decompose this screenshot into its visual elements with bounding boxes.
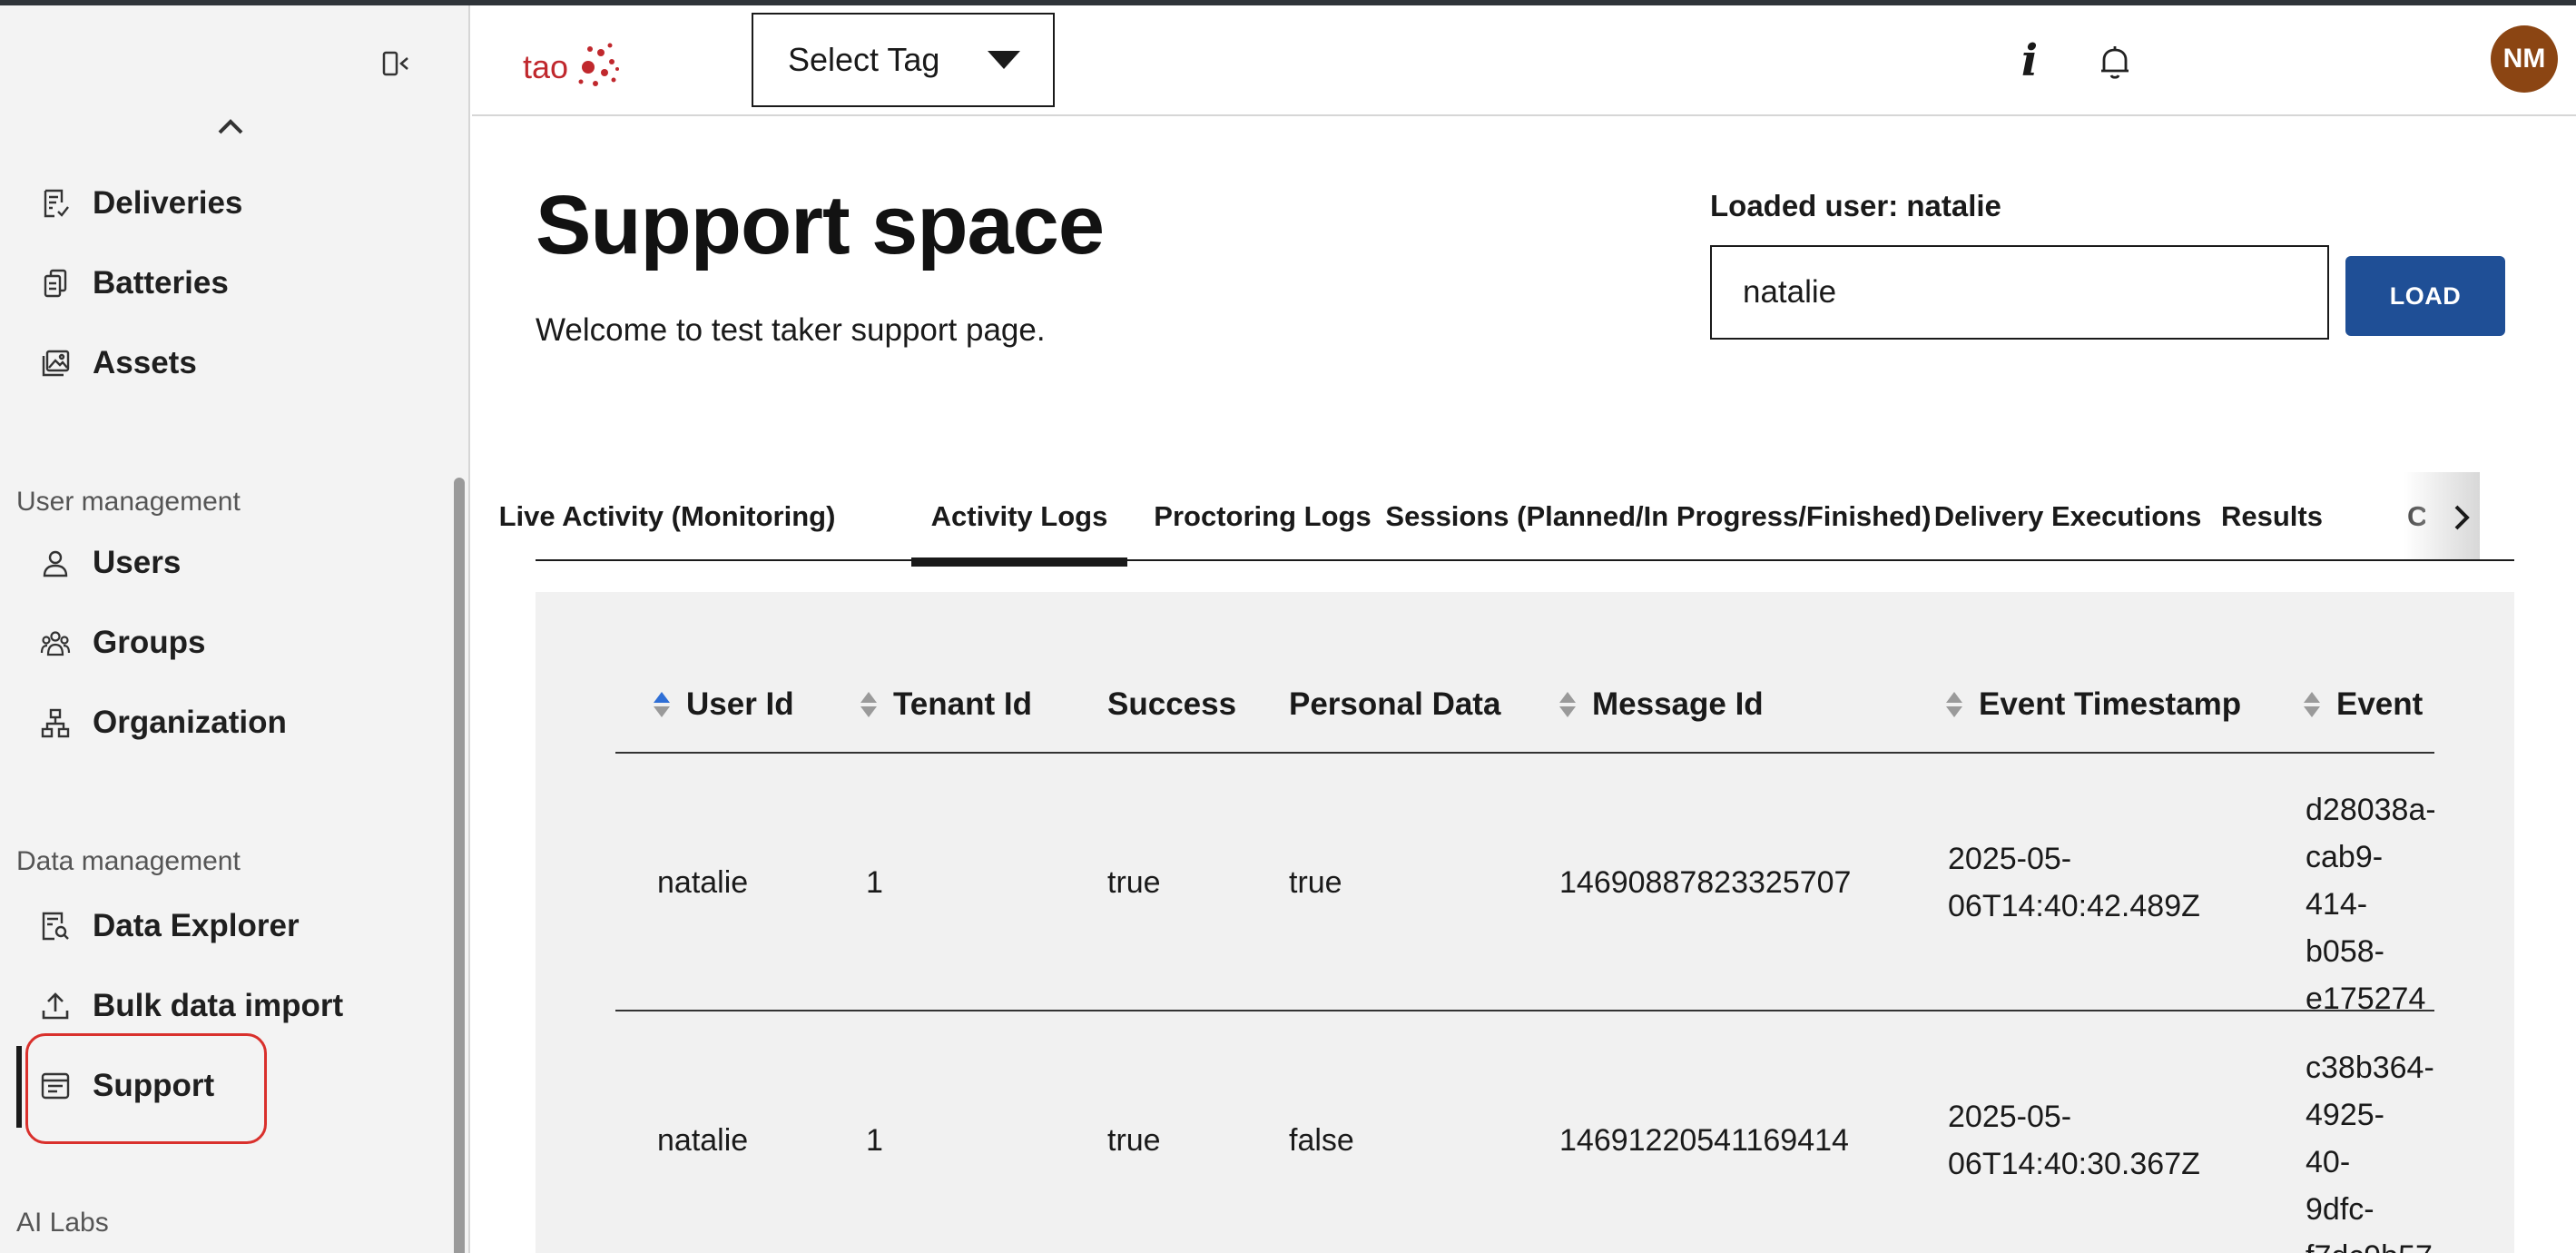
user-avatar[interactable]: NM [2491, 25, 2558, 93]
cell-message-id: 14691220541169414 [1559, 1123, 1849, 1158]
sidebar-item-users[interactable]: Users [40, 536, 181, 590]
tab-delivery-executions[interactable]: Delivery Executions [1934, 472, 2202, 561]
sidebar-item-label: Assets [93, 345, 197, 380]
support-highlight-outline [25, 1033, 267, 1144]
tao-logo[interactable]: tao [523, 33, 623, 96]
column-header-label: Event [2336, 686, 2424, 722]
column-header-event[interactable]: Event [2304, 674, 2423, 735]
cell-user-id: natalie [657, 865, 749, 900]
top-header: tao Select Tag i NM [472, 5, 2576, 116]
cell-personal-data: true [1289, 865, 1342, 900]
table-header-divider [615, 752, 2434, 754]
cell-tenant-id: 1 [866, 865, 883, 900]
select-tag-label: Select Tag [788, 41, 940, 78]
chevron-right-icon [2454, 505, 2470, 530]
tab-activity-logs[interactable]: Activity Logs [911, 472, 1127, 567]
section-label-user-management: User management [16, 487, 241, 517]
load-button[interactable]: LOAD [2345, 256, 2505, 336]
sidebar-item-label: Deliveries [93, 185, 243, 221]
cell-event: d28038a-cab9- 414- b058- e175274 [2306, 793, 2434, 1016]
sidebar-item-label: Organization [93, 705, 287, 740]
scroll-up-chevron-icon[interactable] [214, 113, 247, 140]
sort-ascending-icon [654, 692, 670, 717]
loaded-user-label: Loaded user: natalie [1710, 189, 2001, 222]
tab-sessions[interactable]: Sessions (Planned/In Progress/Finished) [1385, 472, 1931, 561]
sidebar-item-label: Users [93, 545, 182, 580]
sidebar-item-bulk-data-import[interactable]: Bulk data import [40, 979, 343, 1033]
sidebar-item-label: Groups [93, 625, 206, 660]
table-row-divider [615, 1010, 2434, 1011]
info-icon[interactable]: i [2011, 36, 2048, 85]
tabs-scroll-right-button[interactable] [2443, 499, 2480, 536]
activity-logs-table-panel: User Id Tenant Id Success Personal Data … [536, 592, 2514, 1253]
column-header-label: Tenant Id [893, 686, 1032, 722]
column-header-label: Message Id [1592, 686, 1764, 722]
cell-success: true [1107, 1123, 1161, 1158]
logo-text: tao [523, 48, 568, 85]
page-subtitle: Welcome to test taker support page. [536, 312, 1046, 348]
sidebar-item-deliveries[interactable]: Deliveries [40, 176, 242, 231]
sidebar-scrollbar[interactable] [454, 478, 465, 1253]
tab-live-activity[interactable]: Live Activity (Monitoring) [499, 472, 836, 561]
sidebar-item-label: Bulk data import [93, 988, 344, 1023]
cell-personal-data: false [1289, 1123, 1354, 1158]
column-header-label: User Id [686, 686, 794, 722]
column-header-label: Event Timestamp [1979, 686, 2242, 722]
sort-icon [1946, 692, 1962, 717]
sidebar-item-batteries[interactable]: Batteries [40, 256, 229, 311]
chevron-down-icon [988, 51, 1020, 69]
column-header-success: Success [1107, 674, 1236, 735]
column-header-message-id[interactable]: Message Id [1559, 674, 1764, 735]
deliveries-icon [44, 189, 69, 218]
organization-icon [41, 708, 70, 738]
cell-event-timestamp: 2025-05- 06T14:40:30.367Z [1948, 1100, 2200, 1181]
column-header-user-id[interactable]: User Id [654, 674, 794, 735]
sidebar-item-label: Data Explorer [93, 908, 300, 943]
sidebar-item-data-explorer[interactable]: Data Explorer [40, 899, 300, 953]
cell-tenant-id: 1 [866, 1123, 883, 1158]
tab-proctoring-logs[interactable]: Proctoring Logs [1149, 472, 1376, 561]
notification-bell-icon[interactable] [2095, 42, 2135, 82]
select-tag-dropdown[interactable]: Select Tag [752, 13, 1055, 107]
active-indicator [16, 1046, 22, 1128]
section-label-data-management: Data management [16, 846, 241, 876]
cell-success: true [1107, 865, 1161, 900]
support-tabs: Live Activity (Monitoring) Activity Logs… [499, 472, 2514, 567]
column-header-tenant-id[interactable]: Tenant Id [860, 674, 1032, 735]
data-explorer-icon [42, 912, 69, 941]
section-label-ai-labs: AI Labs [16, 1208, 109, 1238]
sidebar-item-assets[interactable]: Assets [40, 336, 197, 390]
column-header-personal-data: Personal Data [1289, 674, 1500, 735]
cell-event-timestamp: 2025-05- 06T14:40:42.489Z [1948, 842, 2200, 923]
cell-event: c38b364-4925-40-9dfc-f7dc9b57 [2306, 1051, 2434, 1253]
groups-icon [40, 631, 71, 656]
assets-icon [42, 350, 70, 377]
sort-icon [2304, 692, 2320, 717]
activity-logs-table: User Id Tenant Id Success Personal Data … [615, 592, 2434, 1253]
sidebar-item-label: Batteries [93, 265, 229, 301]
column-header-event-timestamp[interactable]: Event Timestamp [1946, 674, 2241, 735]
sort-icon [1559, 692, 1576, 717]
upload-icon [42, 992, 69, 1020]
cell-message-id: 14690887823325707 [1559, 865, 1852, 900]
user-search-input[interactable] [1710, 245, 2329, 340]
column-header-label: Personal Data [1289, 686, 1501, 722]
batteries-icon [44, 269, 67, 298]
sort-icon [860, 692, 877, 717]
cell-user-id: natalie [657, 1123, 749, 1158]
sidebar-item-organization[interactable]: Organization [40, 696, 287, 750]
sidebar-item-groups[interactable]: Groups [40, 616, 205, 670]
collapse-sidebar-button[interactable] [379, 45, 416, 82]
collapse-sidebar-icon [382, 51, 408, 76]
sidebar: Deliveries Batteries Assets User managem… [0, 5, 470, 1253]
tab-results[interactable]: Results [2220, 472, 2324, 561]
page-title: Support space [536, 179, 1105, 271]
column-header-label: Success [1107, 686, 1237, 722]
user-icon [43, 550, 68, 577]
